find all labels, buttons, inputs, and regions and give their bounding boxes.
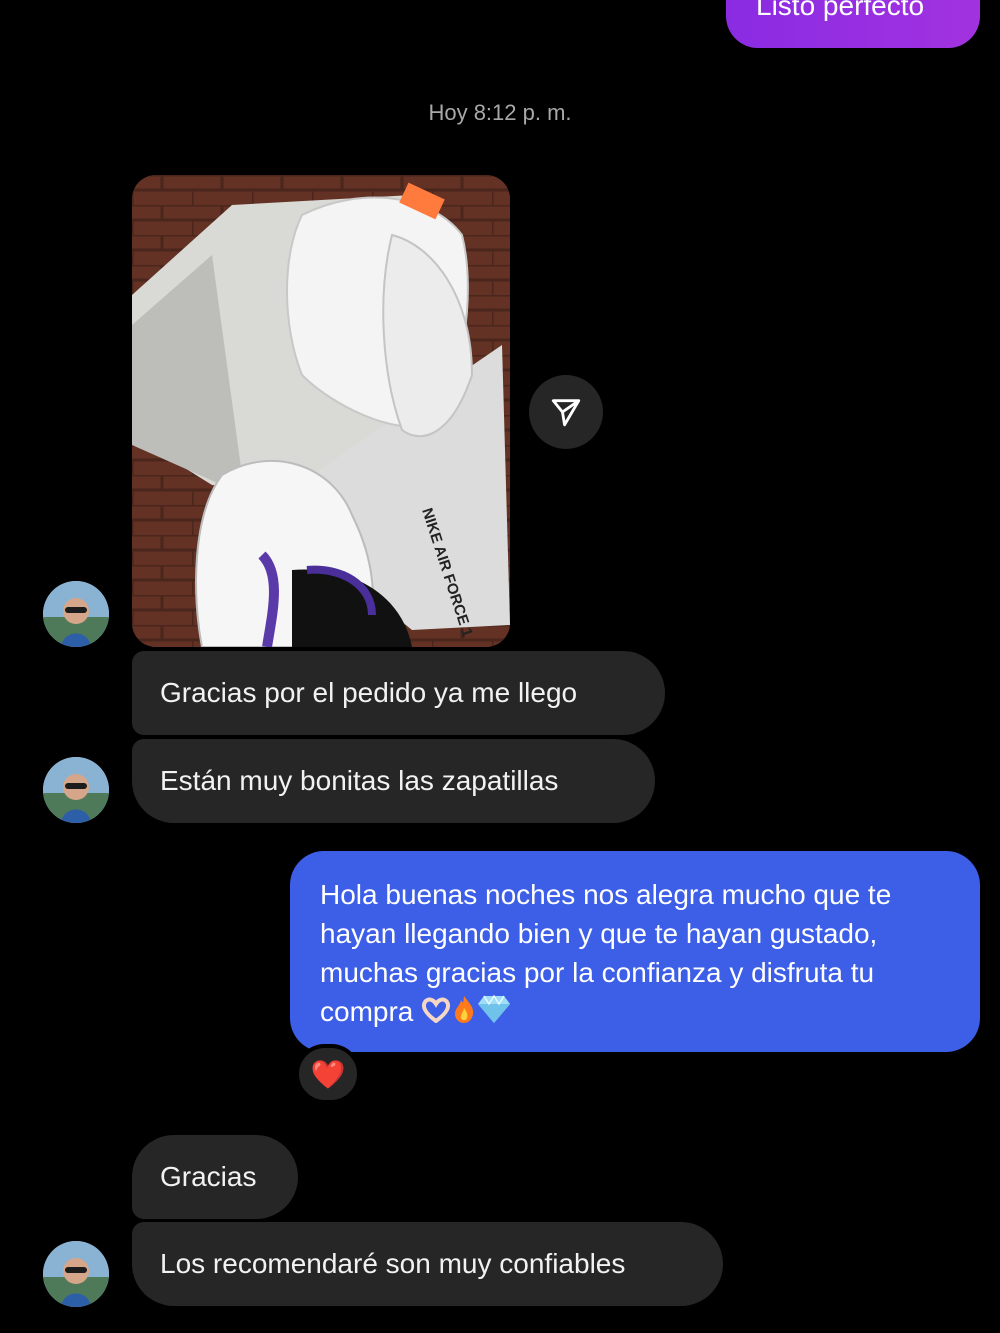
sent-message-text: Listo perfecto bbox=[756, 0, 925, 21]
sender-avatar[interactable] bbox=[43, 1241, 109, 1307]
sender-avatar[interactable] bbox=[43, 757, 109, 823]
sneakers-photo: NIKE AIR FORCE 1 bbox=[132, 175, 510, 647]
share-button[interactable] bbox=[529, 375, 603, 449]
received-message-bubble[interactable]: Están muy bonitas las zapatillas bbox=[132, 739, 655, 823]
gem-emoji bbox=[477, 994, 511, 1034]
sent-message-bubble[interactable]: Listo perfecto bbox=[726, 0, 980, 48]
received-message-bubble[interactable]: Los recomendaré son muy confiables bbox=[132, 1222, 723, 1306]
heart-reaction[interactable]: ❤️ bbox=[295, 1044, 361, 1104]
received-message-bubble[interactable]: Gracias por el pedido ya me llego bbox=[132, 651, 665, 735]
avatar-image bbox=[43, 1241, 109, 1307]
sent-message-text: Hola buenas noches nos alegra mucho que … bbox=[320, 879, 892, 1027]
received-message-text: Gracias bbox=[160, 1161, 257, 1192]
heart-icon: ❤️ bbox=[310, 1058, 346, 1090]
timestamp: Hoy 8:12 p. m. bbox=[428, 100, 572, 125]
heart-hands-emoji bbox=[421, 994, 451, 1033]
avatar-image bbox=[43, 757, 109, 823]
received-message-bubble[interactable]: Gracias bbox=[132, 1135, 298, 1219]
sent-message-bubble[interactable]: Hola buenas noches nos alegra mucho que … bbox=[290, 851, 980, 1052]
received-message-text: Están muy bonitas las zapatillas bbox=[160, 765, 559, 796]
received-message-text: Los recomendaré son muy confiables bbox=[160, 1248, 626, 1279]
share-icon bbox=[551, 399, 581, 427]
avatar-image bbox=[43, 581, 109, 647]
fire-emoji bbox=[451, 994, 477, 1034]
sender-avatar[interactable] bbox=[43, 581, 109, 647]
shared-photo[interactable]: NIKE AIR FORCE 1 bbox=[132, 175, 510, 647]
received-message-text: Gracias por el pedido ya me llego bbox=[160, 677, 578, 708]
